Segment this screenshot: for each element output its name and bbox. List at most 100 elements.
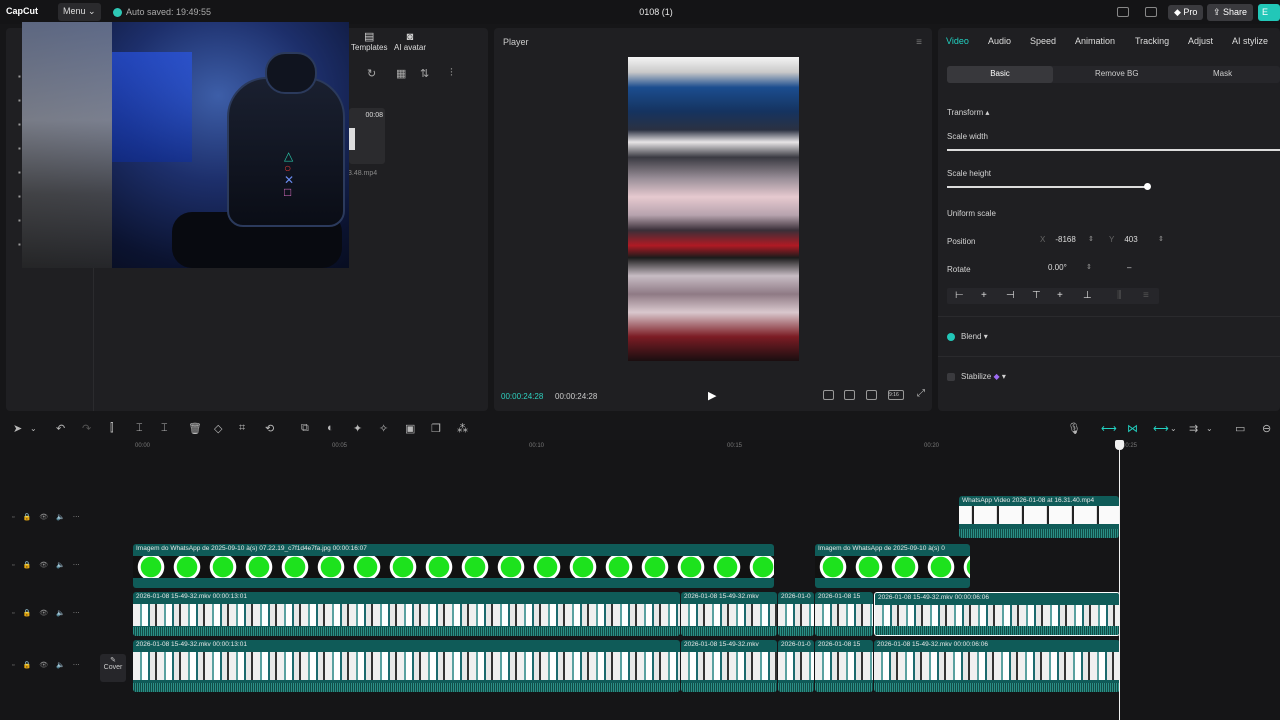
tab-animation[interactable]: Animation (1075, 36, 1115, 46)
tab-adjust[interactable]: Adjust (1188, 36, 1213, 46)
redo-icon[interactable]: ↷ (82, 422, 91, 435)
chevron-down-icon[interactable]: ⌄ (1170, 424, 1177, 433)
sort-icon[interactable]: ⇅ (420, 67, 429, 80)
align-bottom-icon[interactable]: ⊥ (1083, 290, 1092, 301)
rotate-reset-button[interactable]: – (1127, 263, 1131, 277)
timeline-clip[interactable]: Imagem do WhatsApp de 2025-09-10 à(s) 0 (815, 544, 970, 588)
tab-speed[interactable]: Speed (1030, 36, 1056, 46)
cover-button[interactable]: ✎ Cover (100, 654, 126, 682)
tab-tracking[interactable]: Tracking (1135, 36, 1169, 46)
grid-view-icon[interactable]: ▦ (396, 67, 406, 80)
select-tool-icon[interactable]: ➤ (13, 422, 22, 435)
position-x-stepper[interactable]: ⇕ (1088, 235, 1094, 243)
sidebar-item[interactable]: ▪ (18, 192, 21, 201)
magic-icon[interactable]: ✧ (379, 422, 388, 435)
track-controls[interactable]: ▫🔒👁🔈⋯ (12, 661, 88, 669)
rotate-field[interactable]: 0.00° (1048, 263, 1067, 277)
aspect-icon[interactable] (823, 390, 834, 400)
timeline-clip[interactable]: 2026-01-0 (778, 640, 814, 692)
delete-icon[interactable]: 🗑 (188, 422, 202, 435)
timeline-clip[interactable]: 2026-01-08 15 (815, 592, 873, 636)
freeze-icon[interactable]: ❐ (431, 422, 441, 435)
full-icon[interactable] (844, 390, 855, 400)
linkage-icon[interactable]: ⟷ (1153, 422, 1169, 435)
pro-button[interactable]: ◆ Pro (1168, 5, 1204, 20)
menu-button[interactable]: Menu ⌄ (58, 3, 101, 21)
scale-height-knob[interactable] (1144, 183, 1151, 190)
chevron-down-icon[interactable]: ⌄ (30, 424, 37, 433)
fullscreen-icon[interactable]: ⤢ (917, 388, 928, 399)
layout-icon[interactable] (1117, 7, 1129, 17)
timeline-clip[interactable]: WhatsApp Video 2026-01-08 at 16.31.40.mp… (959, 496, 1119, 538)
crop-icon[interactable]: ⌗ (239, 422, 245, 435)
playhead[interactable] (1119, 440, 1120, 720)
align-center-v-icon[interactable]: + (1057, 290, 1063, 301)
track-controls[interactable]: ▫🔒👁🔈⋯ (12, 561, 88, 569)
mirror-icon[interactable]: ⧉ (301, 422, 309, 435)
export-button[interactable]: E (1258, 4, 1280, 21)
rotate-stepper[interactable]: ⇕ (1086, 263, 1092, 271)
timeline-clip[interactable]: 2026-01-08 15-49-32.mkv (681, 640, 777, 692)
marker-icon[interactable]: ◇ (214, 422, 222, 435)
rotate-icon[interactable]: ◐ (327, 422, 334, 434)
hd-icon[interactable]: ▣ (405, 422, 415, 435)
more-tools-icon[interactable]: ⁂ (457, 422, 468, 435)
shortcuts-icon[interactable] (1145, 7, 1157, 17)
track-controls[interactable]: ▫🔒👁🔈⋯ (12, 609, 88, 617)
position-y-field[interactable]: Y 403 (1109, 235, 1138, 249)
align-center-h-icon[interactable]: + (981, 290, 987, 301)
transform-section[interactable]: Transform ▴ (947, 108, 989, 117)
blend-section[interactable]: Blend ▾ (961, 332, 988, 341)
position-y-stepper[interactable]: ⇕ (1158, 235, 1164, 243)
chevron-down-icon[interactable]: ⌄ (1206, 424, 1213, 433)
main-track-magnet-icon[interactable]: ⟷ (1101, 422, 1117, 435)
refresh-icon[interactable]: ↻ (367, 67, 376, 80)
player-menu-icon[interactable]: ≡ (916, 37, 922, 48)
subtab-remove-bg[interactable]: Remove BG (1095, 69, 1139, 78)
track-controls[interactable]: ▫🔒👁🔈⋯ (12, 513, 88, 521)
media-thumbnail[interactable]: 00:08 (349, 108, 385, 164)
stabilize-checkbox[interactable] (947, 373, 955, 381)
subtab-basic[interactable]: Basic (947, 66, 1053, 83)
timeline-clip[interactable]: 2026-01-08 15-49-32.mkv 00:00:13:01 (133, 592, 680, 636)
timeline[interactable]: 00:00 00:05 00:10 00:15 00:20 00:25 ▫🔒👁🔈… (0, 440, 1280, 720)
playhead-handle[interactable] (1115, 440, 1124, 450)
sidebar-item[interactable]: ▪ (18, 96, 21, 105)
subtab-mask[interactable]: Mask (1213, 69, 1232, 78)
undo-icon[interactable]: ↶ (56, 422, 65, 435)
ratio-icon[interactable]: 9:16 (888, 390, 904, 400)
sidebar-item[interactable]: ▪ (18, 144, 21, 153)
time-ruler[interactable]: 00:00 00:05 00:10 00:15 00:20 00:25 (133, 440, 1137, 452)
timeline-clip[interactable]: 2026-01-08 15-49-32.mkv (681, 592, 777, 636)
play-icon[interactable]: ▶ (708, 389, 716, 402)
project-title[interactable]: 0108 (1) (620, 7, 692, 17)
align-left-icon[interactable]: ⊢ (955, 290, 964, 301)
sidebar-item[interactable]: ▪ (18, 216, 21, 225)
timeline-clip[interactable]: 2026-01-08 15-49-32.mkv 00:00:13:01 (133, 640, 680, 692)
split-icon[interactable]: ⫿ (110, 422, 114, 435)
ai-icon[interactable]: ✦ (353, 422, 362, 435)
distribute-v-icon[interactable]: ≡ (1143, 290, 1149, 301)
blend-checkbox[interactable] (947, 333, 955, 341)
timeline-clip[interactable]: Imagem do WhatsApp de 2025-09-10 à(s) 07… (133, 544, 774, 588)
caption-icon[interactable]: ▭ (1235, 422, 1245, 435)
microphone-icon[interactable]: 🎙 (1067, 422, 1081, 435)
zoom-out-icon[interactable]: ⊖ (1262, 422, 1271, 435)
distribute-h-icon[interactable]: ⫼ (1117, 290, 1122, 301)
auto-snap-icon[interactable]: ⋈ (1127, 422, 1138, 435)
video-preview[interactable] (628, 57, 799, 361)
stabilize-section[interactable]: Stabilize ◆ ▾ (961, 372, 1006, 381)
tab-ai-stylize[interactable]: AI stylize (1232, 36, 1268, 46)
preview-axis-icon[interactable]: ⇉ (1189, 422, 1198, 435)
tab-audio[interactable]: Audio (988, 36, 1011, 46)
align-right-icon[interactable]: ⊣ (1006, 290, 1015, 301)
position-x-field[interactable]: X -8168 (1040, 235, 1076, 249)
sidebar-item[interactable]: ▪ (18, 168, 21, 177)
share-button[interactable]: ⇪ Share (1207, 4, 1254, 21)
timeline-clip[interactable]: 2026-01-0 (778, 592, 814, 636)
tab-ai-avatar[interactable]: ◙ AI avatar (394, 31, 426, 52)
sidebar-item[interactable]: ▪ (18, 72, 21, 81)
timeline-clip[interactable]: 2026-01-08 15-49-32.mkv 00:00:06:06 (874, 640, 1120, 692)
split-right-icon[interactable]: ⌶ (161, 422, 168, 435)
scale-height-slider[interactable] (947, 186, 1147, 188)
